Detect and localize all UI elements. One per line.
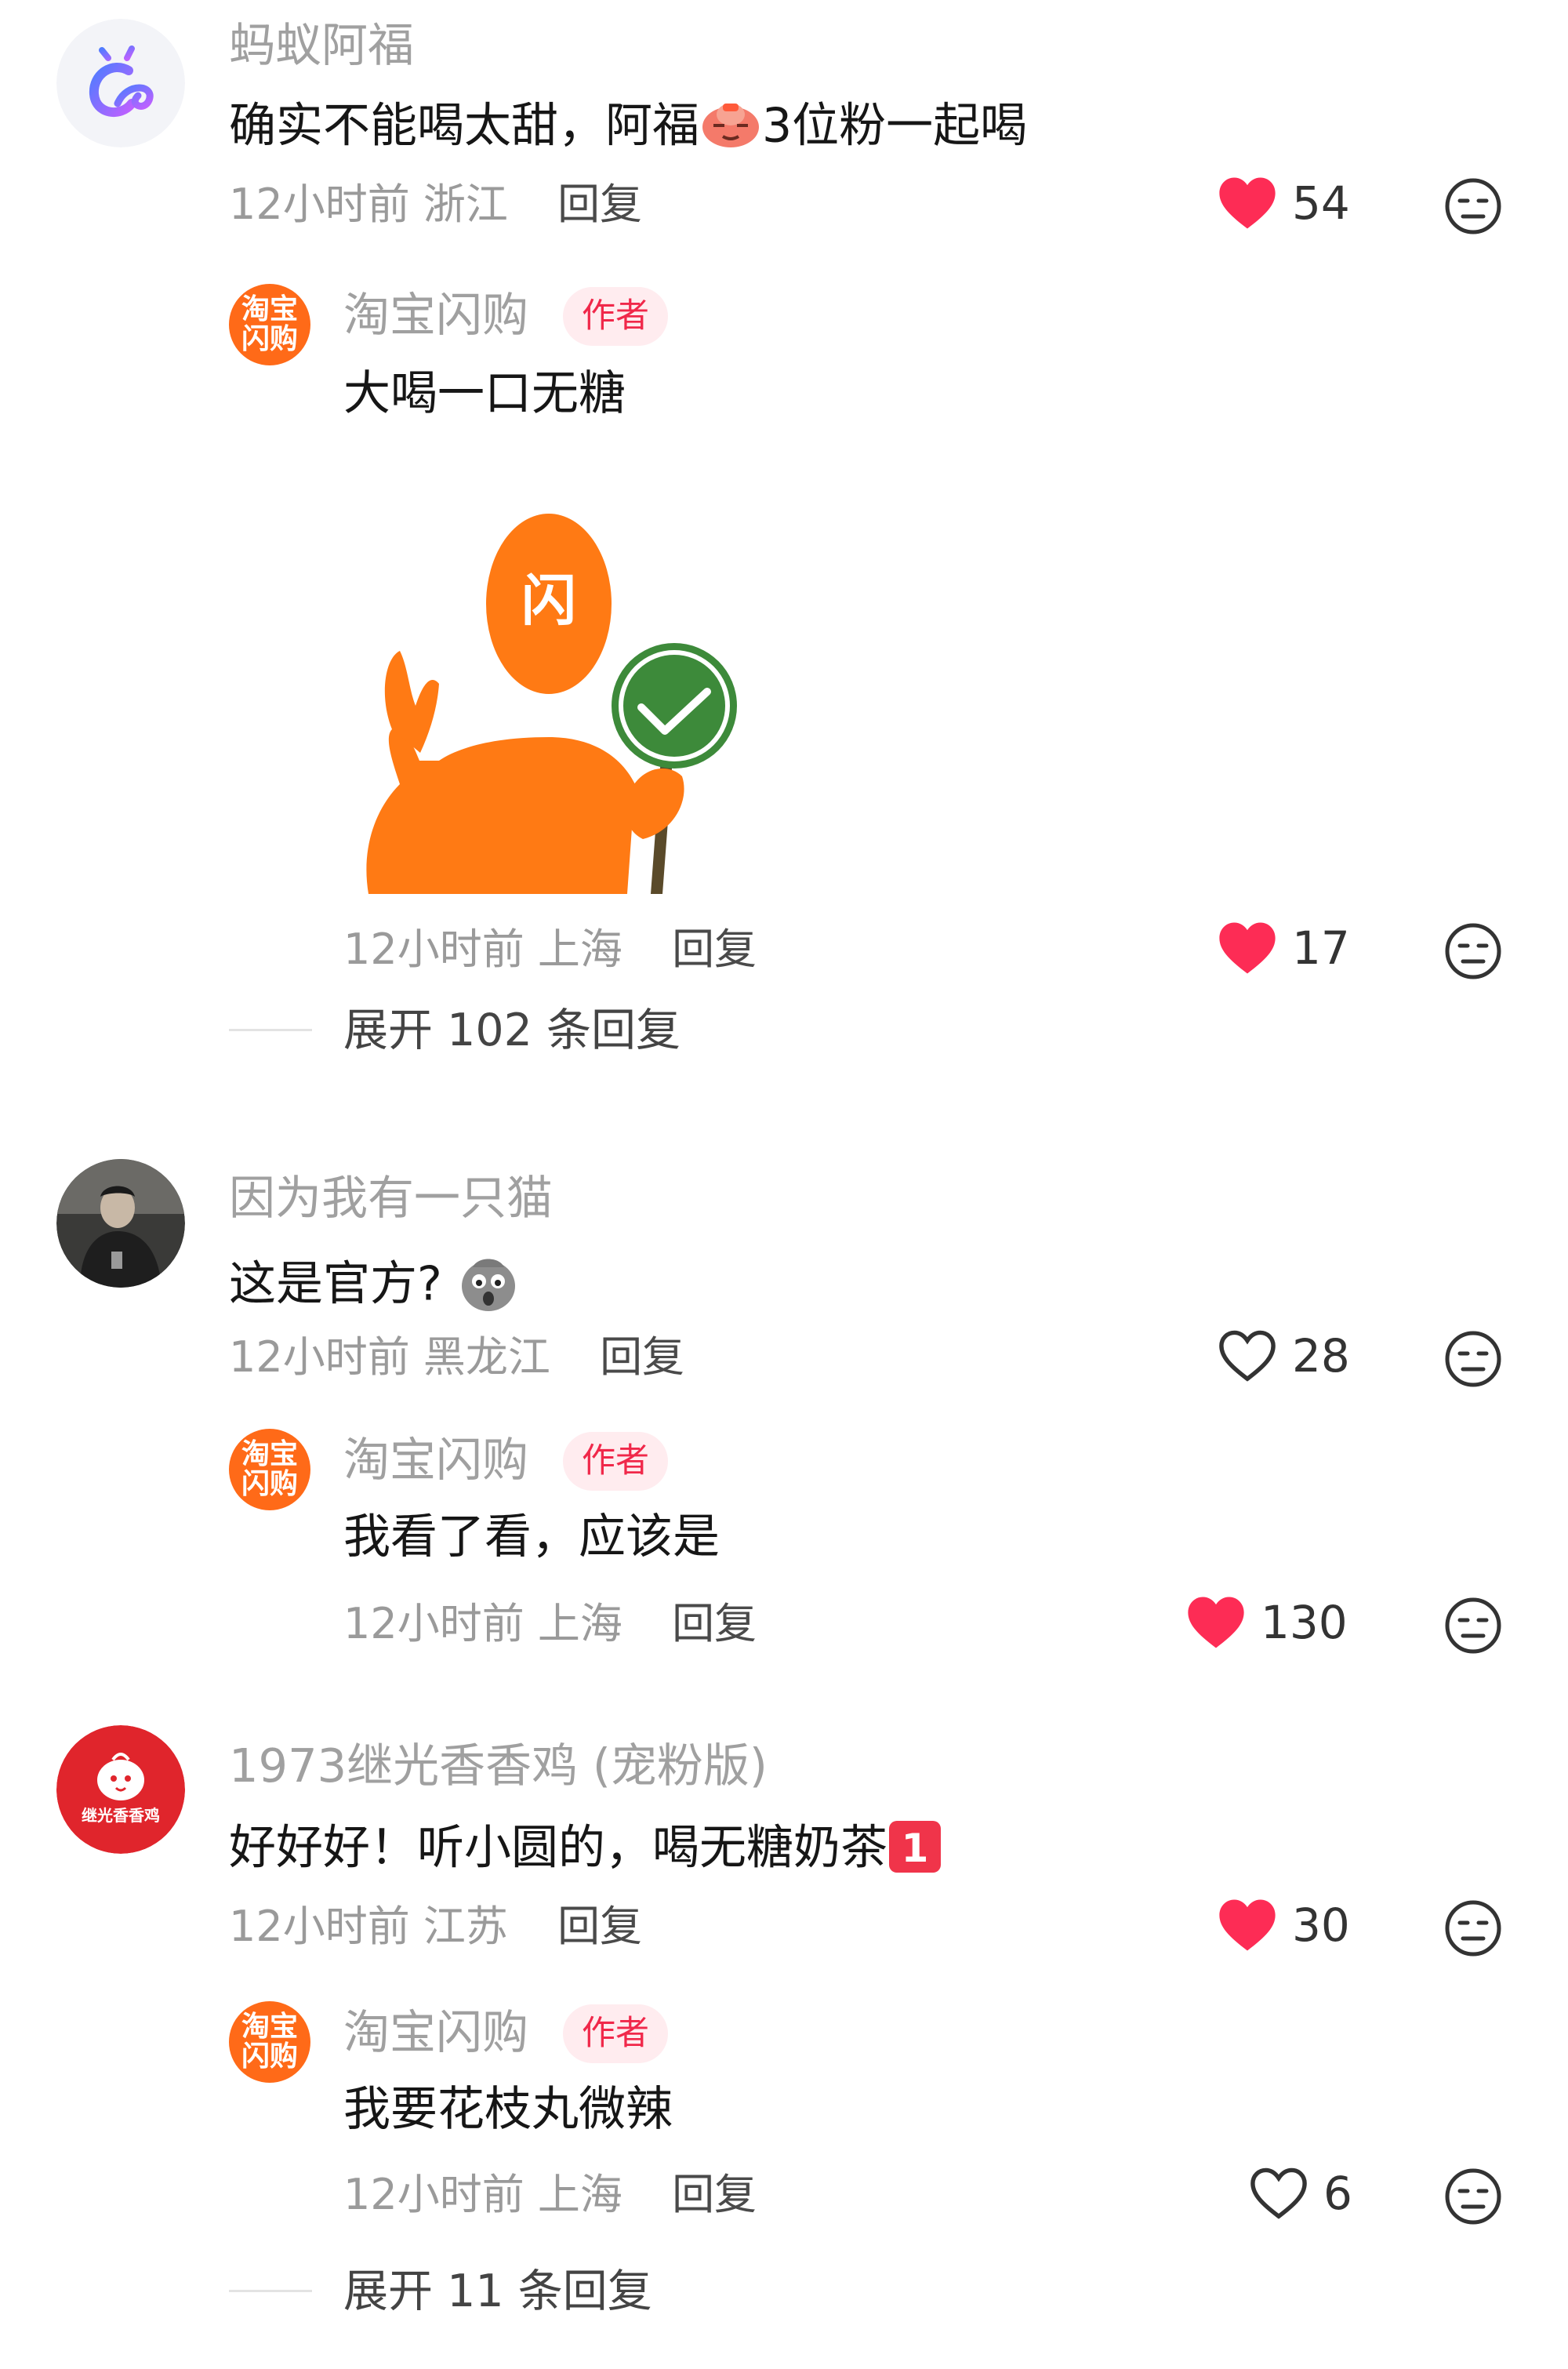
- sticker-image[interactable]: 闪: [345, 502, 753, 894]
- reply-button[interactable]: 回复: [672, 2170, 757, 2219]
- like-count: 54: [1292, 176, 1350, 230]
- like-button[interactable]: 130: [1185, 1595, 1348, 1650]
- reply-button[interactable]: 回复: [557, 180, 642, 229]
- emoji-digit: 1: [902, 1826, 929, 1871]
- sticker-emoji-icon: [699, 99, 762, 158]
- heart-filled-icon: [1219, 1899, 1276, 1951]
- heart-outline-icon: [1250, 2167, 1307, 2219]
- reply-time: 12小时前: [343, 1599, 524, 1648]
- author-badge: 作者: [563, 2004, 668, 2063]
- comment-location: 浙江: [423, 180, 508, 229]
- divider-line: [229, 2290, 312, 2292]
- avatar[interactable]: 继光香香鸡: [56, 1725, 185, 1854]
- avatar-brand-text: 继光香香鸡: [82, 1806, 160, 1825]
- reply-button[interactable]: 回复: [672, 1599, 757, 1648]
- reply-button[interactable]: 回复: [600, 1332, 684, 1382]
- reply-username[interactable]: 淘宝闪购: [343, 1437, 528, 1483]
- reply-text: 我看了看，应该是: [343, 1510, 720, 1564]
- dislike-button[interactable]: [1444, 177, 1502, 235]
- heart-filled-icon: [1219, 177, 1276, 229]
- avatar-text: 闪购: [241, 1468, 298, 1500]
- reply-time: 12小时前: [343, 2170, 524, 2219]
- like-button[interactable]: 6: [1248, 2166, 1352, 2221]
- reply-meta: 12小时前 上海 回复: [343, 2174, 757, 2216]
- comment-meta: 12小时前 浙江 回复: [229, 183, 642, 226]
- comment-username[interactable]: 因为我有一只猫: [229, 1175, 553, 1221]
- comment-text-part: 确实不能喝太甜，阿福: [229, 98, 699, 154]
- comment-meta: 12小时前 黑龙江 回复: [229, 1336, 684, 1379]
- reply-meta: 12小时前 上海 回复: [343, 1603, 757, 1645]
- reply-button[interactable]: 回复: [672, 925, 757, 974]
- comment-text: 这是官方?: [229, 1252, 520, 1322]
- author-badge: 作者: [563, 1432, 668, 1491]
- expand-replies-button[interactable]: 展开 102 条回复: [343, 1008, 681, 1053]
- reply-text: 我要花枝丸微辣: [343, 2082, 673, 2137]
- like-button[interactable]: 28: [1217, 1328, 1350, 1383]
- reply-location: 上海: [537, 1599, 622, 1648]
- author-avatar[interactable]: 淘宝 闪购: [229, 1429, 310, 1510]
- avatar-text: 闪购: [241, 323, 298, 355]
- like-count: 130: [1261, 1596, 1348, 1649]
- meh-face-icon: [1445, 2168, 1501, 2225]
- like-count: 28: [1292, 1329, 1350, 1383]
- like-button[interactable]: 54: [1217, 176, 1350, 231]
- comment-time: 12小时前: [229, 180, 410, 229]
- dislike-button[interactable]: [1444, 922, 1502, 980]
- like-count: 17: [1292, 921, 1350, 975]
- reply-location: 上海: [537, 2170, 622, 2219]
- author-avatar[interactable]: 淘宝 闪购: [229, 284, 310, 365]
- avatar-text: 淘宝: [241, 2011, 298, 2043]
- meh-face-icon: [1445, 923, 1501, 979]
- dislike-button[interactable]: [1444, 2167, 1502, 2225]
- comment-location: 黑龙江: [423, 1332, 550, 1382]
- like-count: 30: [1292, 1898, 1350, 1952]
- heart-outline-icon: [1219, 1330, 1276, 1382]
- comment-location: 江苏: [423, 1902, 508, 1951]
- meh-face-icon: [1445, 178, 1501, 234]
- meh-face-icon: [1445, 1331, 1501, 1387]
- reply-button[interactable]: 回复: [557, 1902, 642, 1951]
- reply-location: 上海: [537, 925, 622, 974]
- reply-username[interactable]: 淘宝闪购: [343, 2009, 528, 2055]
- like-count: 6: [1323, 2167, 1352, 2220]
- comment-text-part: 3位粉一起喝: [762, 98, 1028, 154]
- checkmark-sign: [612, 643, 737, 768]
- comment-text: 好好好！听小圆的，喝无糖奶茶 1: [229, 1819, 942, 1882]
- comment-text: 确实不能喝太甜，阿福 3位粉一起喝: [229, 99, 1027, 158]
- expand-replies-button[interactable]: 展开 11 条回复: [343, 2269, 652, 2314]
- author-avatar[interactable]: 淘宝 闪购: [229, 2001, 310, 2083]
- meh-face-icon: [1445, 1597, 1501, 1654]
- like-button[interactable]: 30: [1217, 1898, 1350, 1953]
- comment-meta: 12小时前 江苏 回复: [229, 1906, 642, 1948]
- dislike-button[interactable]: [1444, 1330, 1502, 1388]
- avatar-text: 淘宝: [241, 1438, 298, 1470]
- dislike-button[interactable]: [1444, 1597, 1502, 1655]
- number-one-emoji-icon: 1: [887, 1819, 942, 1882]
- author-badge: 作者: [563, 287, 668, 346]
- comment-time: 12小时前: [229, 1332, 410, 1382]
- avatar-text: 淘宝: [241, 293, 298, 325]
- divider-line: [229, 1029, 312, 1031]
- comment-username[interactable]: 1973继光香香鸡 (宠粉版): [229, 1742, 768, 1789]
- comment-username[interactable]: 蚂蚁阿福: [229, 22, 414, 68]
- heart-filled-icon: [1219, 922, 1276, 974]
- like-button[interactable]: 17: [1217, 921, 1350, 976]
- reply-meta: 12小时前 上海 回复: [343, 928, 757, 971]
- comment-text-part: 好好好！听小圆的，喝无糖奶茶: [229, 1820, 887, 1876]
- avatar[interactable]: [56, 1159, 185, 1288]
- reply-time: 12小时前: [343, 925, 524, 974]
- dislike-button[interactable]: [1444, 1899, 1502, 1957]
- shocked-emoji-icon: [457, 1252, 520, 1322]
- mascot-face-char: 闪: [521, 569, 576, 633]
- reply-text: 大喝一口无糖: [343, 366, 626, 421]
- avatar-text: 闪购: [241, 2040, 298, 2073]
- avatar[interactable]: [56, 19, 185, 147]
- meh-face-icon: [1445, 1900, 1501, 1957]
- heart-filled-icon: [1188, 1597, 1244, 1648]
- reply-username[interactable]: 淘宝闪购: [343, 292, 528, 338]
- comment-text-part: 这是官方?: [229, 1256, 442, 1312]
- comment-time: 12小时前: [229, 1902, 410, 1951]
